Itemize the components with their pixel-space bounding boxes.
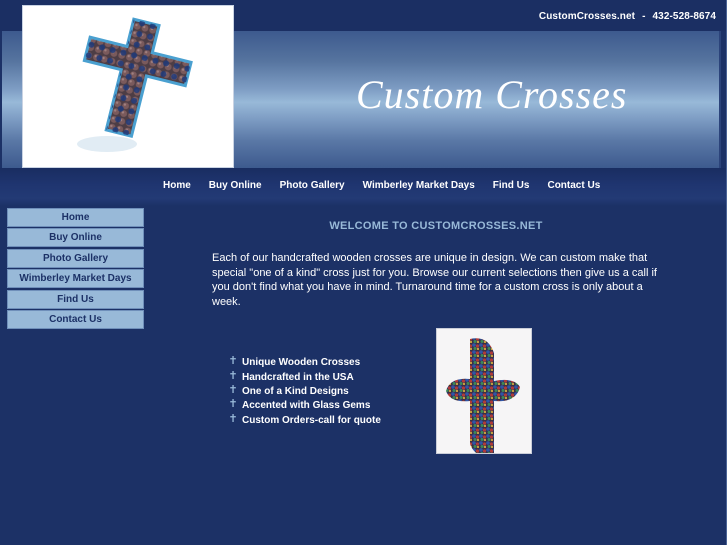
top-nav-home[interactable]: Home [163, 179, 191, 193]
top-nav-buy-online[interactable]: Buy Online [209, 179, 262, 193]
welcome-heading: WELCOME TO CUSTOMCROSSES.NET [329, 220, 543, 232]
list-item: ✝ Handcrafted in the USA [228, 370, 381, 384]
feature-text: Custom Orders-call for quote [242, 414, 381, 426]
top-nav-find-us[interactable]: Find Us [493, 179, 530, 193]
gem-cross-logo-icon [77, 17, 193, 152]
banner-title: Custom Crosses [356, 72, 628, 117]
list-item: ✝ Accented with Glass Gems [228, 399, 381, 413]
feature-text: Unique Wooden Crosses [242, 357, 361, 369]
cross-icon: ✝ [228, 412, 238, 425]
feature-text: Handcrafted in the USA [242, 371, 354, 383]
side-nav-wimberley-market-days[interactable]: Wimberley Market Days [7, 269, 144, 289]
feature-list: ✝ Unique Wooden Crosses ✝ Handcrafted in t… [228, 356, 381, 428]
side-nav-photo-gallery[interactable]: Photo Gallery [7, 248, 144, 268]
intro-paragraph: Each of our handcrafted wooden crosses a… [212, 252, 657, 308]
top-nav-photo-gallery[interactable]: Photo Gallery [280, 179, 345, 193]
cross-photo [436, 328, 532, 454]
top-nav: Home Buy Online Photo Gallery Wimberley … [155, 179, 618, 193]
separator: - [642, 11, 646, 22]
side-nav-home[interactable]: Home [7, 208, 144, 227]
list-item: ✝ Custom Orders-call for quote [228, 412, 381, 428]
side-nav: Home Buy Online Photo Gallery Wimberley … [7, 208, 144, 330]
cross-icon: ✝ [228, 355, 238, 368]
side-nav-contact-us[interactable]: Contact Us [7, 309, 144, 329]
top-nav-wimberley-market-days[interactable]: Wimberley Market Days [363, 179, 475, 193]
feature-text: Accented with Glass Gems [242, 400, 371, 412]
bead-cross-photo-icon [446, 338, 520, 453]
feature-text: One of a Kind Designs [242, 385, 349, 397]
cross-icon: ✝ [228, 383, 238, 396]
list-item: ✝ One of a Kind Designs [228, 383, 381, 399]
phone-number: 432-528-8674 [652, 11, 716, 22]
site-name: CustomCrosses.net [538, 11, 636, 22]
cross-icon: ✝ [228, 369, 238, 382]
logo-image [22, 5, 234, 168]
side-nav-buy-online[interactable]: Buy Online [7, 228, 144, 248]
top-nav-contact-us[interactable]: Contact Us [547, 179, 600, 193]
list-item: ✝ Unique Wooden Crosses [228, 356, 381, 370]
side-nav-find-us[interactable]: Find Us [7, 289, 144, 309]
contact-line: CustomCrosses.net -432-528-8674 [539, 11, 716, 22]
cross-icon: ✝ [228, 398, 238, 411]
